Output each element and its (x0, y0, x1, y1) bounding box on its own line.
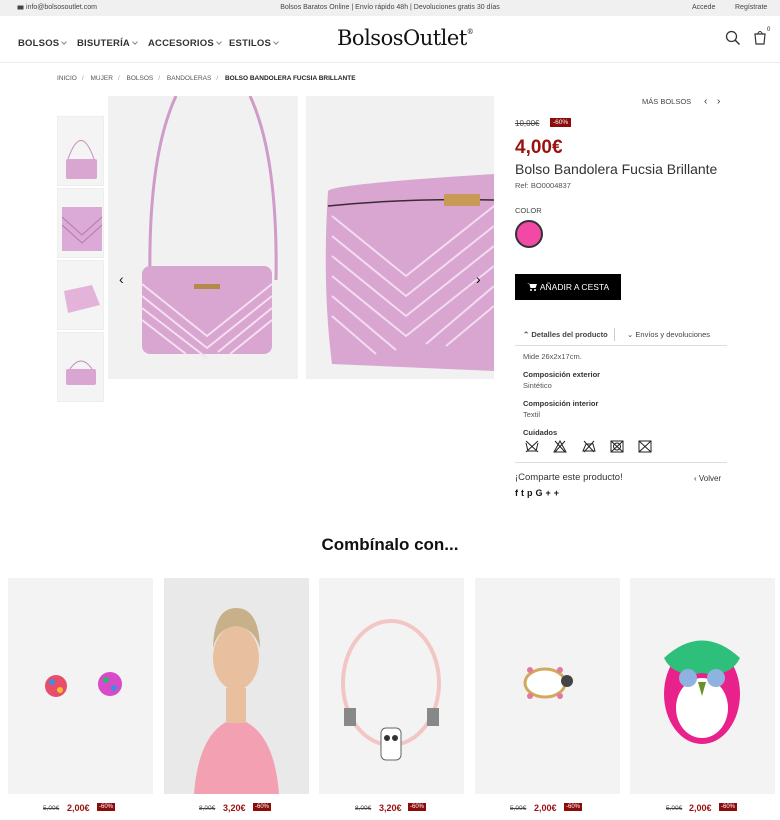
nav-label: ESTILOS (229, 38, 272, 49)
share-label: ¡Comparte este producto! (515, 472, 623, 483)
chevron-down-icon: ⌄ (627, 330, 634, 339)
chevron-up-icon: ⌃ (523, 330, 530, 339)
related-price: 2,00€ (534, 803, 557, 813)
product-thumbnail[interactable] (57, 116, 104, 186)
comp-int-value: Textil (523, 410, 541, 419)
tab-shipping[interactable]: ⌄ Envíos y devoluciones (627, 330, 710, 339)
no-dry-clean-icon (638, 440, 652, 453)
related-price: 3,20€ (223, 803, 246, 813)
related-discount-badge: -60% (564, 803, 583, 811)
care-label: Cuidados (523, 428, 558, 437)
related-price: 3,20€ (379, 803, 402, 813)
related-product-card[interactable] (8, 578, 153, 794)
related-discount-badge: -60% (97, 803, 116, 811)
related-product-card[interactable] (319, 578, 464, 794)
gallery-prev-arrow[interactable]: ‹ (119, 271, 124, 287)
back-label: Volver (698, 474, 722, 483)
next-product-arrow[interactable]: › (717, 96, 720, 107)
related-old-price: 5,00€ (510, 805, 527, 812)
register-link[interactable]: Regístrate (735, 4, 767, 11)
related-old-price: 5,00€ (43, 805, 60, 812)
chevron-down-icon (273, 39, 279, 45)
nav-label: ACCESORIOS (148, 38, 214, 49)
no-wash-icon (525, 440, 539, 453)
product-thumbnail[interactable] (57, 260, 104, 330)
plus-icon[interactable]: + (554, 488, 562, 498)
product-ref: Ref: BO0004837 (515, 181, 571, 190)
product-title: Bolso Bandolera Fucsia Brillante (515, 161, 718, 177)
prev-product-arrow[interactable]: ‹ (704, 96, 707, 107)
nav-item-estilos[interactable]: ESTILOS (229, 38, 279, 49)
cart-icon[interactable] (753, 29, 767, 46)
related-product-card[interactable] (630, 578, 775, 794)
main-nav: BOLSOS BISUTERÍA ACCESORIOS ESTILOS Bols… (0, 16, 780, 63)
tab-label: Detalles del producto (531, 330, 608, 339)
discount-badge: -60% (550, 118, 572, 127)
more-bags-label[interactable]: MÁS BOLSOS (642, 97, 691, 106)
tab-divider (614, 328, 615, 341)
current-price: 4,00€ (515, 137, 563, 158)
breadcrumb-mujer[interactable]: MUJER (91, 75, 113, 82)
back-link[interactable]: ‹ Volver (694, 474, 721, 483)
related-old-price: 8,00€ (199, 805, 216, 812)
breadcrumb-inicio[interactable]: INICIO (57, 75, 77, 82)
related-old-price: 8,00€ (355, 805, 372, 812)
no-bleach-icon (553, 440, 567, 453)
color-swatch-fucsia[interactable] (515, 220, 543, 248)
product-size: Mide 26x2x17cm. (523, 352, 582, 361)
comp-ext-value: Sintético (523, 381, 552, 390)
related-price: 2,00€ (689, 803, 712, 813)
related-old-price: 5,00€ (666, 805, 683, 812)
add-to-cart-button[interactable]: AÑADIR A CESTA (515, 274, 621, 300)
related-discount-badge: -60% (253, 803, 272, 811)
top-bar: info@bolsosoutlet.com Bolsos Baratos Onl… (0, 0, 780, 16)
related-price: 2,00€ (67, 803, 90, 813)
add-to-cart-label: AÑADIR A CESTA (539, 282, 610, 292)
nav-item-accesorios[interactable]: ACCESORIOS (148, 38, 222, 49)
breadcrumb-bandoleras[interactable]: BANDOLERAS (167, 75, 211, 82)
cart-count: 0 (767, 27, 771, 33)
related-discount-badge: -60% (408, 803, 427, 811)
nav-item-bolsos[interactable]: BOLSOS (18, 38, 68, 49)
old-price: 10,00€ (515, 119, 540, 128)
nav-label: BISUTERÍA (77, 38, 130, 49)
product-detail-image[interactable] (306, 96, 494, 379)
gallery-next-arrow[interactable]: › (476, 271, 481, 287)
tab-details[interactable]: ⌃ Detalles del producto (523, 330, 608, 339)
product-main-image[interactable] (108, 96, 298, 379)
no-iron-icon (582, 440, 596, 453)
login-link[interactable]: Accede (692, 4, 715, 11)
logo-mark: ® (466, 28, 474, 36)
product-thumbnail[interactable] (57, 332, 104, 402)
comp-ext-label: Composición exterior (523, 370, 601, 379)
related-product-card[interactable] (164, 578, 309, 794)
logo-text: BolsosOutlet (337, 26, 467, 50)
chevron-down-icon (61, 39, 68, 45)
share-divider (515, 462, 727, 463)
breadcrumb-bolsos[interactable]: BOLSOS (127, 75, 154, 82)
related-title: Combínalo con... (321, 535, 459, 554)
chevron-down-icon (132, 39, 138, 45)
google-plus-icon[interactable]: G+ (536, 488, 554, 498)
no-tumble-dry-icon (610, 440, 624, 453)
pinterest-icon[interactable]: p (527, 488, 536, 498)
product-tabs: ⌃ Detalles del producto ⌄ Envíos y devol… (515, 326, 727, 346)
breadcrumb-current: BOLSO BANDOLERA FUCSIA BRILLANTE (224, 75, 356, 82)
cart-icon (526, 283, 537, 291)
related-product-card[interactable] (475, 578, 620, 794)
site-logo[interactable]: BolsosOutlet® (337, 26, 474, 50)
comp-int-label: Composición interior (523, 399, 599, 408)
breadcrumb: INICIO / MUJER / BOLSOS / BANDOLERAS / BOLSO… (57, 75, 356, 82)
nav-label: BOLSOS (18, 38, 60, 49)
shipping-tagline: Bolsos Baratos Online | Envío rápido 48h… (280, 4, 500, 11)
search-icon[interactable] (725, 30, 741, 46)
tab-label: Envíos y devoluciones (635, 330, 711, 339)
social-share: ftpG++ (515, 488, 562, 498)
nav-item-bisuteria[interactable]: BISUTERÍA (77, 38, 138, 49)
product-thumbnail[interactable] (57, 188, 104, 258)
color-label: COLOR (515, 206, 542, 215)
related-discount-badge: -60% (719, 803, 738, 811)
chevron-down-icon (216, 39, 222, 45)
